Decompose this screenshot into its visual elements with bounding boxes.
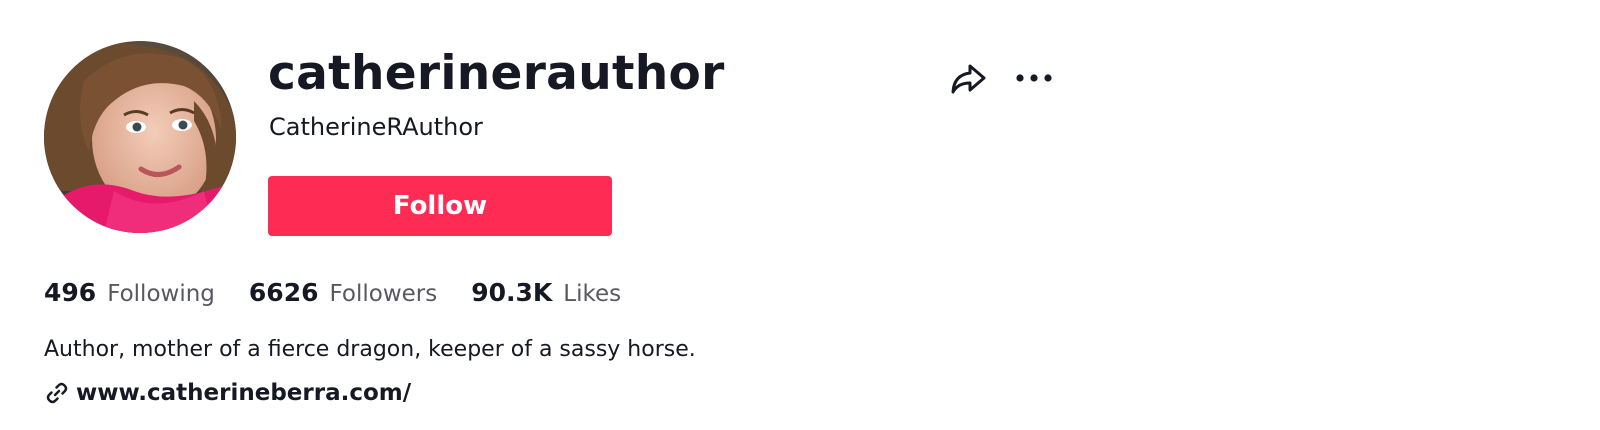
stat-following[interactable]: 496 Following bbox=[44, 278, 215, 307]
likes-count: 90.3K bbox=[471, 278, 553, 307]
followers-label: Followers bbox=[329, 281, 438, 307]
share-button[interactable] bbox=[946, 56, 990, 100]
display-name: CatherineRAuthor bbox=[269, 113, 483, 141]
following-label: Following bbox=[107, 281, 215, 307]
share-arrow-icon bbox=[951, 64, 986, 94]
follow-button[interactable]: Follow bbox=[268, 176, 612, 236]
more-dots-icon bbox=[1016, 74, 1052, 82]
link-icon bbox=[44, 380, 70, 406]
profile-stats: 496 Following 6626 Followers 90.3K Likes bbox=[44, 278, 655, 307]
avatar[interactable] bbox=[44, 41, 236, 233]
profile-link[interactable]: www.catherineberra.com/ bbox=[44, 380, 411, 406]
more-options-button[interactable] bbox=[1012, 56, 1056, 100]
followers-count: 6626 bbox=[248, 278, 319, 307]
likes-label: Likes bbox=[563, 281, 622, 307]
website-link[interactable]: www.catherineberra.com/ bbox=[76, 380, 411, 406]
bio-text: Author, mother of a fierce dragon, keepe… bbox=[44, 337, 696, 362]
following-count: 496 bbox=[44, 278, 97, 307]
username-title: catherinerauthor bbox=[268, 46, 725, 101]
stat-likes: 90.3K Likes bbox=[471, 278, 621, 307]
stat-followers[interactable]: 6626 Followers bbox=[249, 278, 437, 307]
avatar-photo bbox=[44, 41, 236, 233]
